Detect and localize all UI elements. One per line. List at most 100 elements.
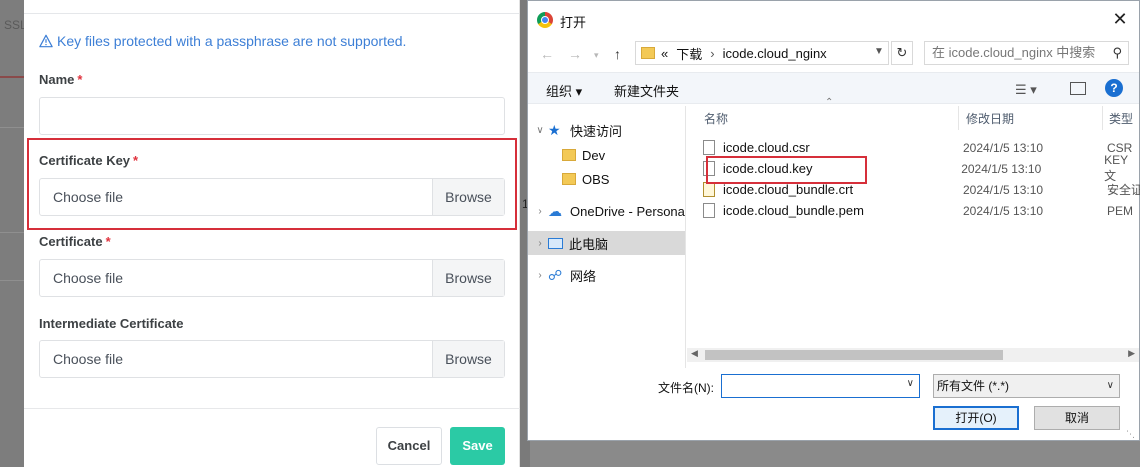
- file-date: 2024/1/5 13:10: [962, 182, 1044, 197]
- view-options-icon[interactable]: ☰ ▾: [1015, 82, 1037, 98]
- chevron-right-icon[interactable]: ›: [532, 270, 548, 281]
- passphrase-warning: Key files protected with a passphrase ar…: [39, 33, 406, 49]
- back-arrow-icon[interactable]: ←: [540, 46, 554, 62]
- name-input[interactable]: [39, 97, 505, 135]
- column-header-name[interactable]: 名称: [704, 110, 728, 127]
- file-placeholder: Choose file: [53, 351, 124, 367]
- up-arrow-icon[interactable]: ↑: [614, 46, 621, 62]
- file-type: 安全证: [1106, 183, 1140, 197]
- file-list: ⌃ 名称 修改日期 类型 icode.cloud.csr 2024/1/5 13…: [687, 97, 1140, 350]
- chevron-right-icon[interactable]: ›: [532, 238, 548, 249]
- nav-item-obs[interactable]: OBS: [528, 167, 685, 191]
- dialog-title: 打开: [560, 15, 587, 30]
- file-name: icode.cloud_bundle.pem: [723, 203, 864, 218]
- folder-icon: [562, 173, 576, 185]
- name-label-text: Name: [39, 72, 75, 87]
- folder-icon: [641, 47, 655, 59]
- scroll-left-icon[interactable]: ◀: [691, 348, 698, 359]
- file-icon: [703, 203, 715, 218]
- warning-text: Key files protected with a passphrase ar…: [57, 33, 407, 49]
- required-mark: *: [105, 234, 111, 249]
- nav-item-this-pc[interactable]: › 此电脑: [528, 231, 685, 255]
- nav-item-network[interactable]: › ☍ 网络: [528, 263, 685, 287]
- horizontal-scrollbar[interactable]: ◀ ▶: [687, 348, 1139, 362]
- help-icon[interactable]: ?: [1105, 79, 1123, 97]
- intermediate-certificate-label: Intermediate Certificate: [39, 316, 184, 331]
- annotation-highlight-box: [706, 156, 867, 184]
- filename-input[interactable]: ∨: [721, 374, 920, 398]
- close-icon[interactable]: ✕: [1110, 9, 1130, 29]
- nav-item-label: Dev: [582, 147, 606, 163]
- column-divider[interactable]: [958, 106, 959, 130]
- file-date: 2024/1/5 13:10: [963, 140, 1044, 155]
- column-header-type[interactable]: 类型: [1109, 110, 1133, 127]
- sort-caret-icon: ⌃: [825, 97, 834, 108]
- column-divider[interactable]: [1102, 106, 1103, 130]
- search-placeholder: 在 icode.cloud_nginx 中搜索: [932, 45, 1096, 60]
- recent-locations-icon[interactable]: ▾: [594, 50, 599, 61]
- chevron-right-icon[interactable]: ›: [532, 206, 548, 217]
- file-placeholder: Choose file: [53, 270, 124, 286]
- path-prefix: «: [661, 45, 669, 61]
- chevron-down-icon[interactable]: ▼: [874, 46, 884, 57]
- dialog-cancel-button[interactable]: 取消: [1034, 406, 1120, 430]
- preview-pane-icon[interactable]: [1070, 82, 1086, 95]
- breadcrumb-item[interactable]: icode.cloud_nginx: [723, 46, 827, 61]
- filetype-select[interactable]: 所有文件 (*.*) ∨: [933, 374, 1120, 398]
- search-icon: ⚲: [1112, 45, 1122, 60]
- nav-item-dev[interactable]: Dev: [528, 143, 685, 167]
- chevron-down-icon[interactable]: ∨: [1107, 375, 1114, 397]
- file-date: 2024/1/5 13:10: [963, 203, 1044, 218]
- nav-item-label: 快速访问: [570, 123, 623, 139]
- dialog-toolbar: 组织 ▾ 新建文件夹 ☰ ▾ ?: [528, 72, 1139, 104]
- cancel-button[interactable]: Cancel: [376, 427, 442, 465]
- filetype-value: 所有文件 (*.*): [937, 379, 1010, 393]
- certificate-label-text: Certificate: [39, 234, 103, 249]
- folder-icon: [562, 149, 576, 161]
- column-header-date[interactable]: 修改日期: [966, 110, 1014, 127]
- file-name: icode.cloud_bundle.crt: [723, 182, 854, 197]
- save-button[interactable]: Save: [450, 427, 505, 465]
- file-name: icode.cloud.csr: [723, 140, 810, 155]
- search-input[interactable]: 在 icode.cloud_nginx 中搜索 ⚲: [924, 41, 1129, 65]
- modal-footer-divider: [24, 408, 520, 409]
- nav-item-label: OneDrive - Persona: [570, 203, 685, 219]
- nav-item-onedrive[interactable]: › ☁ OneDrive - Persona: [528, 199, 685, 223]
- breadcrumb-item[interactable]: 下载: [676, 44, 702, 63]
- chevron-down-icon[interactable]: ∨: [907, 378, 914, 389]
- computer-icon: [548, 237, 563, 249]
- certificate-file-input[interactable]: Choose file Browse: [39, 259, 505, 297]
- browse-button[interactable]: Browse: [432, 341, 504, 377]
- file-row[interactable]: icode.cloud.csr 2024/1/5 13:10 CSR: [703, 137, 1140, 158]
- dialog-title-bar: 打开 ✕: [528, 1, 1139, 39]
- open-file-dialog: 打开 ✕ ← → ▾ ↑ « 下载 › icode.cloud_nginx ▼ …: [527, 0, 1140, 441]
- intermediate-certificate-file-input[interactable]: Choose file Browse: [39, 340, 505, 378]
- refresh-icon[interactable]: ↻: [891, 41, 913, 65]
- browse-button[interactable]: Browse: [432, 260, 504, 296]
- nav-item-quick-access[interactable]: ∨ ★ 快速访问: [528, 118, 685, 142]
- address-bar[interactable]: « 下载 › icode.cloud_nginx ▼: [635, 41, 889, 65]
- open-button[interactable]: 打开(O): [933, 406, 1019, 430]
- intermediate-label-text: Intermediate Certificate: [39, 316, 184, 331]
- scrollbar-thumb[interactable]: [705, 350, 1003, 360]
- background-active-tab-underline: [0, 76, 24, 78]
- cloud-icon: ☁: [548, 203, 562, 219]
- nav-item-label: 网络: [570, 268, 597, 284]
- name-label: Name *: [39, 72, 82, 87]
- organize-menu[interactable]: 组织 ▾: [546, 81, 582, 100]
- file-row[interactable]: icode.cloud_bundle.pem 2024/1/5 13:10 PE…: [703, 200, 1140, 221]
- certificate-label: Certificate *: [39, 234, 111, 249]
- breadcrumb-separator: ›: [710, 45, 715, 61]
- background-divider: [0, 127, 24, 128]
- resize-grip-icon[interactable]: ⋱: [1126, 429, 1136, 439]
- required-mark: *: [77, 72, 83, 87]
- star-icon: ★: [548, 122, 561, 138]
- warning-icon: [39, 34, 53, 48]
- modal-header-bar: [24, 0, 519, 14]
- nav-item-label: OBS: [582, 171, 610, 187]
- new-folder-button[interactable]: 新建文件夹: [614, 81, 679, 100]
- chevron-down-icon[interactable]: ∨: [532, 125, 548, 136]
- forward-arrow-icon[interactable]: →: [568, 46, 582, 62]
- scroll-right-icon[interactable]: ▶: [1128, 348, 1135, 359]
- filename-label: 文件名(N):: [658, 381, 714, 395]
